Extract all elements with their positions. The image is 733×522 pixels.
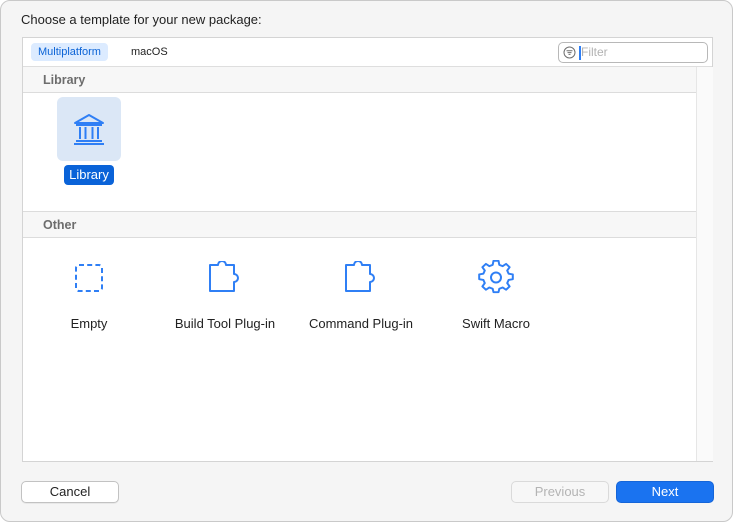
section-title-other: Other bbox=[43, 218, 77, 232]
tab-macos[interactable]: macOS bbox=[124, 43, 175, 61]
puzzle-piece-icon bbox=[345, 261, 375, 292]
template-library[interactable]: Library bbox=[23, 97, 155, 185]
section-header-other: Other bbox=[23, 212, 696, 238]
building-columns-icon bbox=[74, 114, 104, 145]
filter-input[interactable] bbox=[581, 44, 701, 60]
template-label: Command Plug-in bbox=[308, 316, 414, 331]
dashed-square-icon bbox=[75, 264, 103, 292]
template-label: Empty bbox=[70, 316, 108, 331]
template-icon-box bbox=[57, 246, 121, 310]
platform-toolbar: Multiplatform macOS bbox=[23, 38, 712, 67]
puzzle-piece-icon bbox=[209, 261, 239, 292]
tab-multiplatform[interactable]: Multiplatform bbox=[31, 43, 108, 61]
vertical-scrollbar[interactable] bbox=[696, 67, 713, 461]
previous-button[interactable]: Previous bbox=[511, 481, 609, 503]
section-title-library: Library bbox=[43, 73, 86, 87]
template-list: Library Library Other Empty Build Tool P… bbox=[23, 67, 696, 461]
template-panel: Multiplatform macOS Library bbox=[22, 37, 713, 462]
template-empty[interactable]: Empty bbox=[23, 246, 155, 334]
template-icon-box bbox=[57, 97, 121, 161]
section-header-library: Library bbox=[23, 67, 696, 93]
gear-icon bbox=[478, 260, 514, 294]
template-label: Swift Macro bbox=[462, 316, 530, 331]
template-label: Build Tool Plug-in bbox=[174, 316, 276, 331]
dialog-title: Choose a template for your new package: bbox=[21, 12, 262, 27]
next-button[interactable]: Next bbox=[616, 481, 714, 503]
template-command-plug-in[interactable]: Command Plug-in bbox=[295, 246, 427, 334]
template-build-tool-plug-in[interactable]: Build Tool Plug-in bbox=[159, 246, 291, 334]
cancel-button[interactable]: Cancel bbox=[21, 481, 119, 503]
filter-field[interactable] bbox=[558, 42, 708, 63]
template-icon-box bbox=[193, 246, 257, 310]
template-swift-macro[interactable]: Swift Macro bbox=[430, 246, 562, 334]
filter-icon bbox=[563, 46, 576, 59]
template-icon-box bbox=[464, 246, 528, 310]
template-label: Library bbox=[64, 165, 114, 185]
template-icon-box bbox=[329, 246, 393, 310]
template-chooser-dialog: Choose a template for your new package: … bbox=[0, 0, 733, 522]
